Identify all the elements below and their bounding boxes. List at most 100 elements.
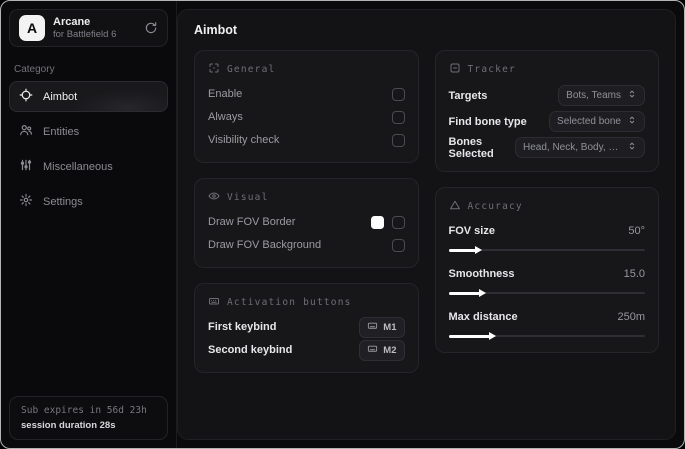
keybind-value: M2 <box>383 344 397 356</box>
card-title: Tracker <box>467 64 516 75</box>
setting-row: Draw FOV Border <box>208 211 405 233</box>
draw-fov-background-checkbox[interactable] <box>391 238 405 252</box>
dropdown-value: Head, Neck, Body, Pe.. <box>523 142 621 153</box>
page-title: Aimbot <box>194 23 238 37</box>
chevron-updown-icon <box>627 115 637 128</box>
setting-label: Max distance <box>448 311 518 323</box>
enable-checkbox[interactable] <box>391 87 405 101</box>
setting-label: Draw FOV Background <box>208 239 322 251</box>
setting-label: Bones Selected <box>448 135 494 160</box>
session-duration-text: session duration 28s <box>21 420 116 431</box>
setting-row: First keybind M1 <box>208 316 405 338</box>
setting-label: Smoothness <box>448 268 515 280</box>
fov-border-color-swatch[interactable] <box>370 215 384 229</box>
scan-icon <box>449 62 461 77</box>
sidebar-item-label: Settings <box>43 195 83 208</box>
dropdown-value: Bots, Teams <box>566 90 621 101</box>
slider-fill <box>448 288 486 297</box>
sidebar-item-miscellaneous[interactable]: Miscellaneous <box>9 151 168 182</box>
slider-thumb[interactable] <box>475 245 482 254</box>
sidebar-item-settings[interactable]: Settings <box>9 186 168 217</box>
activation-buttons-card: Activation buttons First keybind M1 Seco… <box>194 283 419 373</box>
app-name: Arcane <box>53 16 91 28</box>
fov-size-setting: FOV size 50° <box>448 220 645 255</box>
chevron-updown-icon <box>627 141 637 154</box>
draw-fov-border-checkbox[interactable] <box>391 215 405 229</box>
keyboard-icon <box>208 295 220 310</box>
gear-icon <box>19 193 33 210</box>
setting-row: Second keybind M2 <box>208 339 405 361</box>
sidebar-header: A Arcane for Battlefield 6 <box>9 9 168 47</box>
setting-label: Enable <box>208 88 243 100</box>
setting-row: Bones Selected Head, Neck, Body, Pe.. <box>448 135 645 160</box>
slider-thumb[interactable] <box>478 288 486 297</box>
setting-row: Draw FOV Background <box>208 234 405 256</box>
max-distance-slider[interactable] <box>448 331 645 341</box>
sidebar-nav: Aimbot Entities Miscellaneous Settings <box>1 81 176 217</box>
first-keybind-button[interactable]: M1 <box>359 316 405 338</box>
find-bone-type-dropdown[interactable]: Selected bone <box>549 111 645 132</box>
card-title: Activation buttons <box>227 297 352 308</box>
users-icon <box>19 123 33 140</box>
sidebar-item-label: Entities <box>43 125 80 138</box>
setting-label: Targets <box>448 89 488 102</box>
chevron-updown-icon <box>627 89 637 102</box>
card-title: Visual <box>227 192 269 203</box>
fov-size-value: 50° <box>628 225 645 237</box>
sliders-icon <box>19 158 33 175</box>
app-window: A Arcane for Battlefield 6 Category Aimb… <box>0 0 685 449</box>
sync-icon[interactable] <box>144 21 158 35</box>
keybind-value: M1 <box>383 321 397 333</box>
eye-icon <box>208 190 220 205</box>
smoothness-slider[interactable] <box>448 288 645 298</box>
triangle-icon <box>449 199 461 214</box>
bones-selected-dropdown[interactable]: Head, Neck, Body, Pe.. <box>515 137 645 158</box>
setting-row: Find bone type Selected bone <box>448 109 645 134</box>
second-keybind-button[interactable]: M2 <box>359 339 405 361</box>
sidebar-item-label: Miscellaneous <box>43 160 113 173</box>
sidebar-item-entities[interactable]: Entities <box>9 116 168 147</box>
fov-size-slider[interactable] <box>448 245 645 255</box>
setting-row: Targets Bots, Teams <box>448 83 645 108</box>
slider-fill <box>448 245 482 254</box>
setting-label: Draw FOV Border <box>208 216 296 228</box>
setting-label: Visibility check <box>208 134 280 146</box>
app-subtitle: for Battlefield 6 <box>53 29 117 40</box>
tracker-card: Tracker Targets Bots, Teams Find bone ty… <box>434 50 659 172</box>
max-distance-value: 250m <box>617 311 645 323</box>
setting-row: Enable <box>208 83 405 105</box>
setting-label: Find bone type <box>448 115 527 128</box>
main-panel: Aimbot General Enable Always Visibility … <box>177 9 676 440</box>
always-checkbox[interactable] <box>391 110 405 124</box>
smoothness-value: 15.0 <box>623 268 645 280</box>
dropdown-value: Selected bone <box>557 116 621 127</box>
app-logo: A <box>19 15 45 41</box>
sidebar: A Arcane for Battlefield 6 Category Aimb… <box>1 1 177 448</box>
setting-row: Always <box>208 106 405 128</box>
max-distance-setting: Max distance 250m <box>448 306 645 341</box>
targets-dropdown[interactable]: Bots, Teams <box>558 85 645 106</box>
visibility-check-checkbox[interactable] <box>391 133 405 147</box>
subscription-info-box: Sub expires in 56d 23h session duration … <box>9 396 168 440</box>
card-title: General <box>227 64 276 75</box>
category-label: Category <box>14 64 55 75</box>
slider-thumb[interactable] <box>488 331 496 340</box>
left-column: General Enable Always Visibility check V… <box>194 50 419 373</box>
right-column: Tracker Targets Bots, Teams Find bone ty… <box>434 50 659 353</box>
smoothness-setting: Smoothness 15.0 <box>448 263 645 298</box>
setting-row: Visibility check <box>208 129 405 151</box>
slider-fill <box>448 331 496 340</box>
crosshair-icon <box>19 88 33 105</box>
visual-card: Visual Draw FOV Border Draw FOV Backgrou… <box>194 178 419 268</box>
sidebar-item-label: Aimbot <box>43 90 78 103</box>
setting-label: FOV size <box>448 225 495 237</box>
setting-label: First keybind <box>208 321 277 333</box>
accuracy-card: Accuracy FOV size 50° Smoothness 15.0 Ma… <box>434 187 659 353</box>
sidebar-item-aimbot[interactable]: Aimbot <box>9 81 168 112</box>
card-title: Accuracy <box>467 201 523 212</box>
general-card: General Enable Always Visibility check <box>194 50 419 163</box>
focus-icon <box>208 62 220 77</box>
keyboard-icon <box>367 320 378 334</box>
keyboard-icon <box>367 343 378 357</box>
setting-label: Second keybind <box>208 344 293 356</box>
